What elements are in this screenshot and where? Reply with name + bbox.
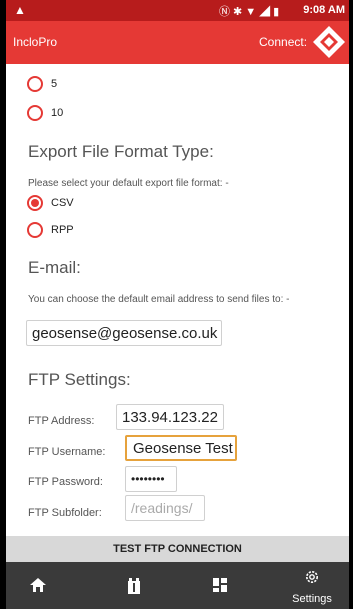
export-option-csv[interactable]: CSV — [27, 193, 74, 213]
nav-item-settings[interactable]: Settings — [282, 562, 342, 609]
gear-icon — [306, 571, 318, 583]
email-field[interactable]: geosense@geosense.co.uk — [26, 320, 222, 346]
diamond-connect-icon[interactable] — [311, 24, 347, 60]
ftp-address-label: FTP Address: — [28, 415, 95, 427]
interval-option-5[interactable]: 5 — [27, 74, 57, 94]
settings-content: 5 10 Export File Format Type: Please sel… — [6, 64, 349, 562]
ftp-username-field[interactable]: Geosense Test — [125, 435, 237, 461]
radio-button[interactable] — [27, 76, 43, 92]
connect-label[interactable]: Connect: — [259, 35, 307, 49]
status-time: 9:08 AM — [303, 4, 345, 16]
radio-button[interactable] — [27, 222, 43, 238]
instrument-icon — [128, 578, 140, 594]
ftp-subfolder-label: FTP Subfolder: — [28, 507, 102, 519]
interval-option-10[interactable]: 10 — [27, 103, 63, 123]
ftp-password-label: FTP Password: — [28, 476, 103, 488]
nav-item-instrument[interactable] — [105, 562, 165, 609]
bluetooth-icon: ✱ — [233, 6, 246, 18]
app-bar: IncloPro Connect: — [6, 21, 349, 64]
status-bar: ▲ Ⓝ✱▼◢▮ 9:08 AM — [6, 0, 349, 21]
app-title: IncloPro — [13, 35, 58, 49]
export-format-hint: Please select your default export file f… — [28, 178, 229, 189]
nav-item-home[interactable] — [8, 562, 68, 609]
email-hint: You can choose the default email address… — [28, 294, 290, 305]
radio-label: 5 — [51, 78, 58, 90]
home-icon — [30, 578, 46, 592]
ftp-subfolder-field[interactable]: /readings/ — [125, 495, 205, 521]
test-ftp-connection-button[interactable]: TEST FTP CONNECTION — [6, 536, 349, 562]
nfc-icon: Ⓝ — [219, 6, 233, 18]
email-title: E-mail: — [28, 258, 81, 277]
radio-label: 10 — [51, 107, 64, 119]
radio-label: CSV — [51, 197, 74, 209]
ftp-username-label: FTP Username: — [28, 446, 106, 458]
export-format-title: Export File Format Type: — [28, 142, 214, 161]
ftp-password-field[interactable]: •••••••• — [125, 466, 177, 492]
export-option-rpp[interactable]: RPP — [27, 220, 74, 240]
radio-label: RPP — [51, 224, 74, 236]
bottom-nav: Settings — [6, 562, 349, 609]
status-icons: Ⓝ✱▼◢▮ — [219, 3, 282, 19]
battery-icon: ▮ — [273, 6, 283, 18]
ftp-address-field[interactable]: 133.94.123.22 — [116, 404, 224, 430]
wifi-icon: ▼ — [245, 6, 260, 18]
ftp-settings-title: FTP Settings: — [28, 370, 131, 389]
warning-icon: ▲ — [14, 3, 26, 17]
radio-button[interactable] — [27, 105, 43, 121]
settings-screen: ▲ Ⓝ✱▼◢▮ 9:08 AM IncloPro Connect: 5 10 E… — [6, 0, 349, 609]
nav-label-settings: Settings — [292, 593, 332, 605]
radio-button-checked[interactable] — [27, 195, 43, 211]
nav-item-dashboard[interactable] — [191, 562, 251, 609]
signal-icon: ◢ — [259, 6, 274, 18]
dashboard-icon — [213, 578, 227, 592]
